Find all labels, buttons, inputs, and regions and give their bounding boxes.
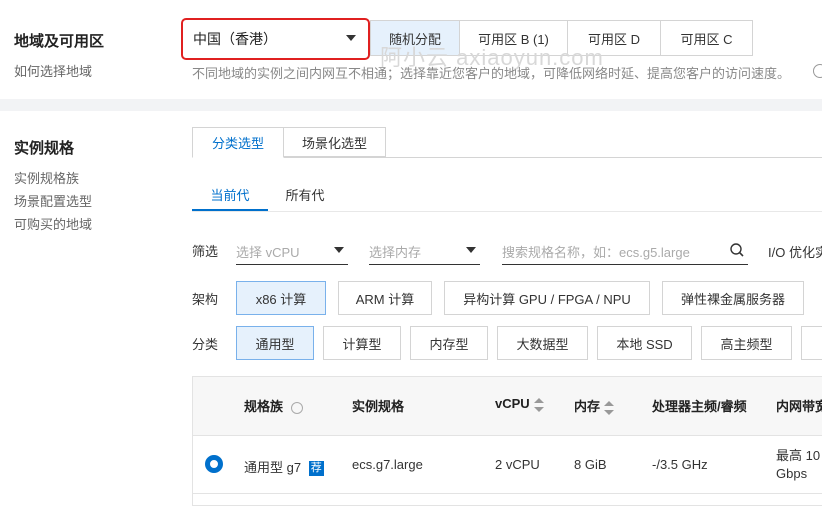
arch-heterogeneous[interactable]: 异构计算 GPU / FPGA / NPU bbox=[444, 281, 650, 315]
subtabs-baseline bbox=[192, 211, 822, 212]
recommend-badge: 荐 bbox=[308, 461, 324, 477]
category-memory[interactable]: 内存型 bbox=[410, 326, 488, 360]
tab-category-select[interactable]: 分类选型 bbox=[192, 127, 284, 158]
cell-bandwidth-line2: Gbps bbox=[776, 466, 808, 481]
vcpu-select[interactable]: 选择 vCPU bbox=[236, 238, 348, 265]
th-family: 规格族 bbox=[244, 396, 303, 415]
cell-spec: ecs.g7.large bbox=[352, 457, 423, 472]
io-optimized-label: I/O 优化实 bbox=[768, 245, 822, 260]
vcpu-select-placeholder: 选择 vCPU bbox=[236, 244, 300, 260]
category-label: 分类 bbox=[192, 337, 219, 352]
tab-scenario-select[interactable]: 场景化选型 bbox=[283, 127, 386, 157]
link-scene-config[interactable]: 场景配置选型 bbox=[14, 191, 92, 210]
region-help-link[interactable]: 如何选择地域 bbox=[14, 61, 92, 80]
region-section-title: 地域及可用区 bbox=[14, 33, 105, 50]
section-divider bbox=[0, 99, 822, 111]
th-vcpu[interactable]: vCPU bbox=[495, 396, 544, 412]
subtab-current-gen[interactable]: 当前代 bbox=[192, 185, 268, 211]
filter-label: 筛选 bbox=[192, 244, 219, 259]
th-memory-label: 内存 bbox=[574, 399, 601, 414]
arch-label: 架构 bbox=[192, 292, 219, 307]
memory-select-placeholder: 选择内存 bbox=[369, 244, 422, 260]
arch-x86[interactable]: x86 计算 bbox=[236, 281, 326, 315]
region-hint: 不同地域的实例之间内网互不相通；选择靠近您客户的地域，可降低网络时延、提高您客户… bbox=[192, 66, 791, 81]
cell-vcpu: 2 vCPU bbox=[495, 457, 540, 472]
memory-select[interactable]: 选择内存 bbox=[369, 238, 480, 265]
cell-memory: 8 GiB bbox=[574, 457, 607, 472]
spec-section-title: 实例规格 bbox=[14, 140, 75, 157]
th-family-label: 规格族 bbox=[244, 399, 284, 414]
th-spec: 实例规格 bbox=[352, 399, 405, 414]
cell-frequency: -/3.5 GHz bbox=[652, 457, 708, 472]
th-frequency: 处理器主频/睿频 bbox=[652, 399, 747, 414]
arch-arm[interactable]: ARM 计算 bbox=[338, 281, 432, 315]
spec-search-input[interactable]: 搜索规格名称，如：ecs.g5.large bbox=[502, 238, 748, 265]
search-icon[interactable] bbox=[730, 241, 744, 259]
info-icon[interactable] bbox=[813, 64, 822, 78]
zone-c[interactable]: 可用区 C bbox=[660, 20, 753, 56]
sort-icon[interactable] bbox=[604, 400, 615, 415]
category-bigdata[interactable]: 大数据型 bbox=[497, 326, 588, 360]
chevron-down-icon bbox=[334, 247, 344, 253]
sort-icon[interactable] bbox=[533, 397, 544, 412]
link-available-regions[interactable]: 可购买的地域 bbox=[14, 214, 92, 233]
link-spec-family[interactable]: 实例规格族 bbox=[14, 168, 79, 187]
arch-bare-metal[interactable]: 弹性裸金属服务器 bbox=[662, 281, 804, 315]
spec-search-placeholder: 搜索规格名称，如：ecs.g5.large bbox=[502, 244, 690, 260]
subtab-all-gen[interactable]: 所有代 bbox=[270, 185, 340, 211]
category-general[interactable]: 通用型 bbox=[236, 326, 314, 360]
cell-family: 通用型 g7 bbox=[244, 460, 302, 475]
row-divider bbox=[193, 493, 822, 494]
chevron-down-icon bbox=[466, 247, 476, 253]
th-bandwidth: 内网带宽 bbox=[776, 399, 822, 414]
category-compute[interactable]: 计算型 bbox=[323, 326, 401, 360]
chevron-down-icon bbox=[346, 35, 356, 41]
tabs-baseline bbox=[192, 157, 822, 158]
category-more[interactable] bbox=[801, 326, 822, 360]
cell-bandwidth-line1: 最高 10 bbox=[776, 448, 821, 463]
th-memory[interactable]: 内存 bbox=[574, 396, 615, 415]
row-radio-selected[interactable] bbox=[205, 455, 223, 473]
region-select[interactable]: 中国（香港） bbox=[185, 22, 366, 56]
help-icon[interactable] bbox=[290, 401, 303, 414]
category-local-ssd[interactable]: 本地 SSD bbox=[597, 326, 692, 360]
th-vcpu-label: vCPU bbox=[495, 396, 530, 411]
table-row-family: 通用型 g7 荐 bbox=[244, 457, 324, 477]
region-select-value: 中国（香港） bbox=[193, 31, 277, 47]
category-high-freq[interactable]: 高主频型 bbox=[701, 326, 792, 360]
